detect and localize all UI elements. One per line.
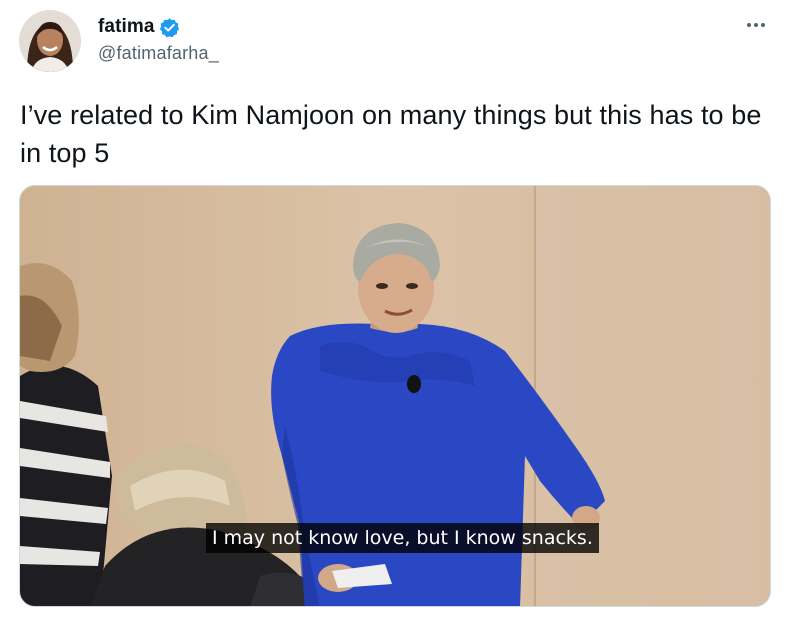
video-subtitle: I may not know love, but I know snacks. [206,523,599,553]
tweet-card: fatima @fatimafarha_ I’ve related to Kim… [0,0,788,628]
author-handle[interactable]: @fatimafarha_ [98,43,219,64]
more-options-icon[interactable] [741,16,771,34]
author-display-name[interactable]: fatima [98,16,155,38]
more-dot [747,23,751,27]
more-dot [761,23,765,27]
tweet-media[interactable]: I may not know love, but I know snacks. [19,185,771,607]
more-dot [754,23,758,27]
verified-badge-icon [159,17,180,38]
author-name-row[interactable]: fatima [98,14,180,40]
avatar[interactable] [19,10,81,72]
avatar-image [19,10,81,72]
tweet-text: I’ve related to Kim Namjoon on many thin… [20,100,762,168]
